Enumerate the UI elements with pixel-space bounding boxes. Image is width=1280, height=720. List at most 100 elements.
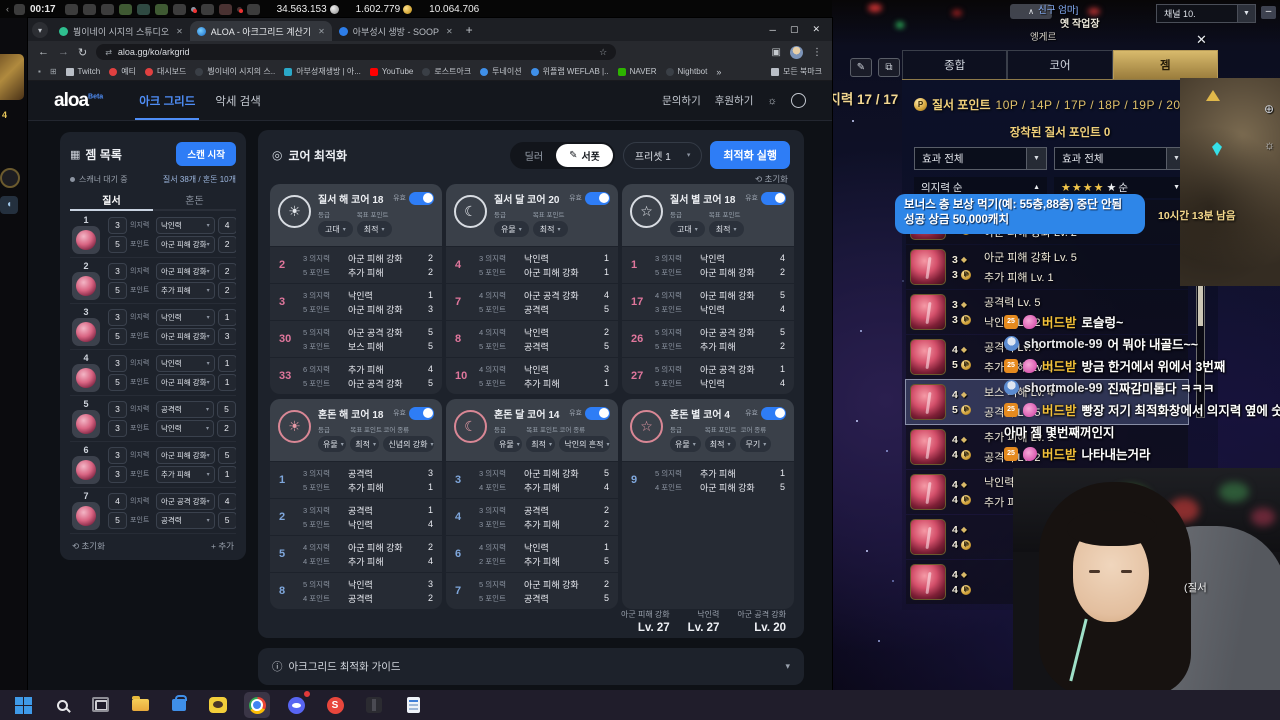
- effect-select[interactable]: 공격력 ▾: [156, 511, 215, 529]
- will-cost[interactable]: 3: [108, 354, 127, 372]
- effect-select[interactable]: 아군 피해 강화 ▾: [156, 262, 215, 280]
- nav-accessory-search[interactable]: 악세 검색: [215, 81, 261, 120]
- all-bookmarks-button[interactable]: 모든 북마크: [770, 66, 822, 77]
- core-gem-row[interactable]: 7 5 의지력 아군 피해 강화 2 5 포인트 공격력 5: [446, 572, 618, 609]
- point-cost[interactable]: 3: [108, 419, 127, 437]
- store-icon[interactable]: [166, 692, 192, 718]
- bookmark-item[interactable]: Nightbot: [665, 67, 707, 76]
- core-type-select[interactable]: 낙인의 흔적 ▾: [559, 436, 611, 452]
- target-select[interactable]: 최적 ▾: [350, 436, 380, 452]
- tab-total[interactable]: 종합: [902, 50, 1008, 79]
- nav-arkgrid[interactable]: 아크 그리드: [135, 81, 200, 120]
- grade-select[interactable]: 유물 ▾: [494, 436, 523, 452]
- tab-core[interactable]: 코어: [1007, 50, 1113, 79]
- channel-select[interactable]: 채널 10. ▼: [1156, 4, 1256, 23]
- core-gem-row[interactable]: 2 3 의지력 공격력 1 5 포인트 낙인력 4: [270, 498, 442, 535]
- bookmarks-overflow-icon[interactable]: »: [716, 67, 721, 77]
- core-gem-row[interactable]: 8 5 의지력 낙인력 3 4 포인트 공격력 2: [270, 572, 442, 609]
- core-gem-row[interactable]: 26 5 의지력 아군 공격 강화 5 5 포인트 추가 피해 2: [622, 320, 794, 357]
- grade-select[interactable]: 고대 ▾: [318, 221, 353, 237]
- core-gem-row[interactable]: 4 3 의지력 낙인력 1 5 포인트 아군 피해 강화 1: [446, 246, 618, 283]
- point-cost[interactable]: 5: [108, 373, 127, 391]
- site-logo[interactable]: aloaBeta: [54, 90, 103, 112]
- browser-tab-3[interactable]: 아부성시 생방 - SOOP ✕: [332, 21, 460, 41]
- will-cost[interactable]: 3: [108, 446, 127, 464]
- extensions-icon[interactable]: ▣: [772, 47, 781, 58]
- kakaotalk-icon[interactable]: [205, 692, 231, 718]
- valid-toggle[interactable]: [409, 191, 434, 205]
- will-cost[interactable]: 3: [108, 262, 127, 280]
- preset-select[interactable]: 프리셋 1 ▾: [622, 141, 703, 169]
- effect-select[interactable]: 낙인력 ▾: [156, 419, 214, 437]
- effect-select[interactable]: 낙인력 ▾: [156, 354, 215, 372]
- new-tab-button[interactable]: +: [466, 23, 473, 37]
- will-cost[interactable]: 3: [108, 216, 127, 234]
- bookmark-item[interactable]: NAVER: [617, 67, 657, 76]
- target-select[interactable]: 최적 ▾: [704, 436, 737, 452]
- start-button[interactable]: [10, 692, 36, 718]
- search-icon[interactable]: [49, 692, 75, 718]
- contact-link[interactable]: 문의하기: [662, 93, 701, 108]
- core-gem-row[interactable]: 3 3 의지력 낙인력 1 5 포인트 아군 피해 강화 3: [270, 283, 442, 320]
- effect-level[interactable]: 1: [217, 373, 236, 391]
- browser-tab-active[interactable]: ALOA - 아크그리드 계산기 ✕: [189, 21, 332, 41]
- bookmark-item[interactable]: 대시보드: [144, 66, 186, 77]
- effect-level[interactable]: 1: [217, 354, 236, 372]
- effect-level[interactable]: 4: [217, 492, 236, 510]
- tab-order[interactable]: 질서: [70, 192, 153, 211]
- effect-level[interactable]: 5: [217, 400, 236, 418]
- notes-icon[interactable]: [400, 692, 426, 718]
- point-cost[interactable]: 5: [108, 511, 127, 529]
- effect-filter-select[interactable]: 효과 전체 ▼: [1054, 147, 1187, 170]
- effect-select[interactable]: 아군 피해 강화 ▾: [156, 373, 215, 391]
- guide-bar[interactable]: ⓘ 아크그리드 최적화 가이드 ▾: [258, 648, 804, 685]
- tab-search-icon[interactable]: ▾: [32, 22, 48, 38]
- effect-select[interactable]: 낙인력 ▾: [156, 216, 215, 234]
- core-gem-row[interactable]: 30 5 의지력 아군 공격 강화 5 3 포인트 보스 피해 5: [270, 320, 442, 357]
- effect-level[interactable]: 2: [217, 262, 236, 280]
- effect-select[interactable]: 공격력 ▾: [156, 400, 214, 418]
- tab-close-icon[interactable]: ✕: [318, 27, 325, 36]
- core-type-select[interactable]: 무기 ▾: [740, 436, 772, 452]
- effect-select[interactable]: 아군 공격 강화 ▾: [156, 492, 215, 510]
- core-gem-row[interactable]: 2 3 의지력 아군 피해 강화 2 5 포인트 추가 피해 2: [270, 246, 442, 283]
- soop-icon[interactable]: S: [322, 692, 348, 718]
- will-cost[interactable]: 4: [108, 492, 127, 510]
- grade-select[interactable]: 유물 ▾: [670, 436, 701, 452]
- minimize-button[interactable]: ─: [770, 25, 776, 35]
- bookmark-item[interactable]: YouTube: [369, 67, 413, 76]
- core-gem-row[interactable]: 1 3 의지력 낙인력 4 5 포인트 아군 피해 강화 2: [622, 246, 794, 283]
- tab-gem[interactable]: 젬: [1112, 50, 1218, 79]
- edit-icon[interactable]: ✎: [850, 58, 872, 77]
- run-optimization-button[interactable]: 최적화 실행: [710, 141, 790, 169]
- core-gem-row[interactable]: 33 6 의지력 추가 피해 4 5 포인트 아군 공격 강화 5: [270, 357, 442, 394]
- profile-icon[interactable]: [791, 93, 806, 108]
- discord-icon[interactable]: [283, 690, 311, 718]
- will-cost[interactable]: 3: [108, 308, 127, 326]
- effect-select[interactable]: 아군 피해 강화 ▾: [156, 235, 215, 253]
- core-type-select[interactable]: 신념의 강화 ▾: [383, 436, 435, 452]
- valid-toggle[interactable]: [585, 406, 610, 420]
- core-gem-row[interactable]: 7 4 의지력 아군 공격 강화 4 5 포인트 공격력 5: [446, 283, 618, 320]
- brightness-icon[interactable]: ☼: [1264, 138, 1275, 152]
- bookmark-item[interactable]: Twitch: [65, 67, 100, 76]
- task-view-icon[interactable]: [88, 692, 114, 718]
- forward-button[interactable]: →: [58, 46, 69, 58]
- valid-toggle[interactable]: [761, 191, 786, 205]
- core-gem-row[interactable]: 1 3 의지력 공격력 3 5 포인트 추가 피해 1: [270, 461, 442, 498]
- file-explorer-icon[interactable]: [127, 692, 153, 718]
- effect-level[interactable]: 4: [217, 216, 236, 234]
- tab-close-icon[interactable]: ✕: [446, 27, 453, 36]
- core-gem-row[interactable]: 10 4 의지력 낙인력 3 5 포인트 추가 피해 1: [446, 357, 618, 394]
- effect-level[interactable]: 2: [217, 281, 236, 299]
- reading-list-icon[interactable]: ▪: [38, 67, 41, 76]
- target-select[interactable]: 최적 ▾: [526, 436, 556, 452]
- target-select[interactable]: 최적 ▾: [532, 221, 568, 237]
- core-gem-row[interactable]: 8 4 의지력 낙인력 2 5 포인트 공격력 5: [446, 320, 618, 357]
- valid-toggle[interactable]: [409, 406, 434, 420]
- core-gem-row[interactable]: 4 3 의지력 공격력 2 3 포인트 추가 피해 2: [446, 498, 618, 535]
- reset-button[interactable]: ⟲ 초기화: [72, 540, 105, 552]
- effect-level[interactable]: 1: [217, 465, 236, 483]
- effect-level[interactable]: 2: [217, 419, 236, 437]
- point-cost[interactable]: 5: [108, 281, 127, 299]
